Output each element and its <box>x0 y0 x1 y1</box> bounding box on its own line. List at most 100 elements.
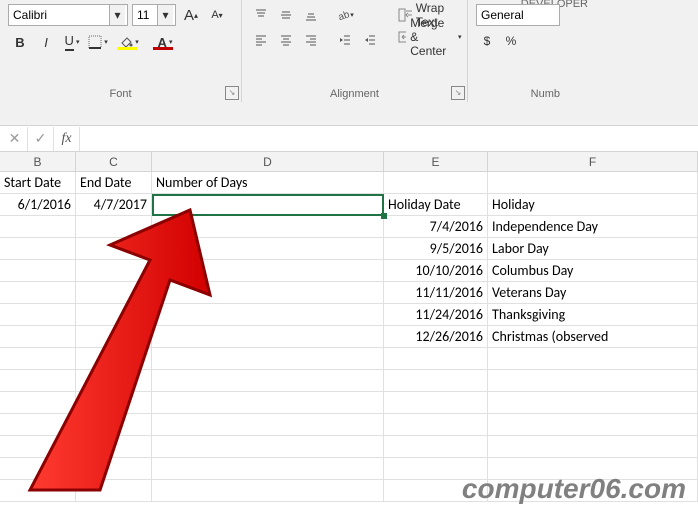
cell[interactable] <box>152 326 384 347</box>
cell[interactable] <box>0 238 76 259</box>
fill-color-button[interactable]: ▾ <box>112 30 146 54</box>
decrease-indent-button[interactable] <box>334 29 356 51</box>
formula-input[interactable] <box>80 131 698 146</box>
ribbon-group-font: ▾ ▾ A▴ A▾ B I U▾ ▾ <box>0 0 242 102</box>
percent-button[interactable]: % <box>500 30 522 52</box>
table-row[interactable]: Start Date End Date Number of Days <box>0 172 698 194</box>
font-group-launcher[interactable]: ↘ <box>225 86 239 100</box>
cell[interactable]: 12/26/2016 <box>384 326 488 347</box>
cell[interactable] <box>0 326 76 347</box>
spreadsheet-grid[interactable]: B C D E F Start Date End Date Number of … <box>0 152 698 502</box>
cell[interactable] <box>76 238 152 259</box>
table-row[interactable] <box>0 436 698 458</box>
cell[interactable]: Veterans Day <box>488 282 698 303</box>
col-header-B[interactable]: B <box>0 152 76 171</box>
table-row[interactable] <box>0 414 698 436</box>
merge-center-button[interactable]: Merge & Center ▾ <box>393 26 467 48</box>
font-name-dropdown[interactable]: ▾ <box>109 5 125 25</box>
table-row[interactable]: 11/24/2016 Thanksgiving <box>0 304 698 326</box>
number-format-input[interactable] <box>477 5 547 25</box>
cell[interactable]: 7/4/2016 <box>384 216 488 237</box>
align-right-button[interactable] <box>300 29 322 51</box>
currency-button[interactable]: $ <box>476 30 498 52</box>
align-bottom-button[interactable] <box>300 4 322 26</box>
number-group-label: Numb <box>476 86 560 100</box>
ribbon-group-alignment: ab▾ Wrap Text <box>242 0 468 102</box>
col-header-C[interactable]: C <box>76 152 152 171</box>
cell[interactable]: 4/7/2017 <box>76 194 152 215</box>
cell[interactable] <box>152 282 384 303</box>
table-row[interactable]: 7/4/2016 Independence Day <box>0 216 698 238</box>
underline-button[interactable]: U▾ <box>60 30 84 54</box>
table-row[interactable]: 10/10/2016 Columbus Day <box>0 260 698 282</box>
cell[interactable] <box>488 172 698 193</box>
number-format-combo[interactable] <box>476 4 560 26</box>
align-center-button[interactable] <box>275 29 297 51</box>
increase-font-button[interactable]: A▴ <box>180 4 202 26</box>
cell[interactable] <box>76 326 152 347</box>
bold-button[interactable]: B <box>8 30 32 54</box>
font-size-dropdown[interactable]: ▾ <box>157 5 173 25</box>
cell[interactable] <box>384 172 488 193</box>
borders-button[interactable]: ▾ <box>86 30 110 54</box>
cell[interactable]: Holiday Date <box>384 194 488 215</box>
merge-icon <box>398 29 406 45</box>
cell[interactable] <box>152 238 384 259</box>
table-row[interactable]: 11/11/2016 Veterans Day <box>0 282 698 304</box>
cell[interactable]: 6/1/2016 <box>0 194 76 215</box>
cell[interactable] <box>152 260 384 281</box>
font-name-input[interactable] <box>9 5 109 25</box>
cell[interactable]: 11/11/2016 <box>384 282 488 303</box>
table-row[interactable] <box>0 370 698 392</box>
increase-indent-button[interactable] <box>359 29 381 51</box>
table-row[interactable]: 6/1/2016 4/7/2017 Holiday Date Holiday <box>0 194 698 216</box>
formula-enter-button[interactable]: ✓ <box>28 127 54 151</box>
svg-text:ab: ab <box>337 9 350 22</box>
cell[interactable]: Holiday <box>488 194 698 215</box>
cell[interactable] <box>152 216 384 237</box>
font-color-button[interactable]: A ▾ <box>148 30 182 54</box>
cell[interactable] <box>152 304 384 325</box>
align-top-button[interactable] <box>250 4 272 26</box>
cell[interactable]: 10/10/2016 <box>384 260 488 281</box>
align-left-button[interactable] <box>250 29 272 51</box>
table-row[interactable] <box>0 348 698 370</box>
table-row[interactable]: 9/5/2016 Labor Day <box>0 238 698 260</box>
cell[interactable] <box>0 260 76 281</box>
cell[interactable] <box>76 260 152 281</box>
cell[interactable] <box>0 282 76 303</box>
cell[interactable] <box>76 216 152 237</box>
insert-function-button[interactable]: fx <box>54 127 80 151</box>
cell[interactable] <box>0 216 76 237</box>
cell[interactable]: Start Date <box>0 172 76 193</box>
cell[interactable]: Number of Days <box>152 172 384 193</box>
orientation-button[interactable]: ab▾ <box>334 4 356 26</box>
alignment-group-launcher[interactable]: ↘ <box>451 86 465 100</box>
cell[interactable]: 9/5/2016 <box>384 238 488 259</box>
cell[interactable]: Independence Day <box>488 216 698 237</box>
cell-selected[interactable] <box>152 194 384 215</box>
cell[interactable] <box>76 282 152 303</box>
cell[interactable]: Labor Day <box>488 238 698 259</box>
col-header-D[interactable]: D <box>152 152 384 171</box>
font-name-combo[interactable]: ▾ <box>8 4 128 26</box>
table-row[interactable]: 12/26/2016 Christmas (observed <box>0 326 698 348</box>
cell[interactable]: Christmas (observed <box>488 326 698 347</box>
cell[interactable]: Thanksgiving <box>488 304 698 325</box>
font-size-combo[interactable]: ▾ <box>132 4 176 26</box>
fill-handle[interactable] <box>381 213 387 219</box>
table-row[interactable] <box>0 392 698 414</box>
col-header-E[interactable]: E <box>384 152 488 171</box>
cell[interactable] <box>0 304 76 325</box>
formula-cancel-button[interactable]: ✕ <box>2 127 28 151</box>
cell[interactable]: Columbus Day <box>488 260 698 281</box>
font-size-input[interactable] <box>133 5 157 25</box>
cell[interactable]: 11/24/2016 <box>384 304 488 325</box>
col-header-F[interactable]: F <box>488 152 698 171</box>
cell[interactable]: End Date <box>76 172 152 193</box>
decrease-font-button[interactable]: A▾ <box>206 4 228 26</box>
cell[interactable] <box>76 304 152 325</box>
ribbon: DEVELOPER ▾ ▾ A▴ A▾ B <box>0 0 698 126</box>
align-middle-button[interactable] <box>275 4 297 26</box>
italic-button[interactable]: I <box>34 30 58 54</box>
